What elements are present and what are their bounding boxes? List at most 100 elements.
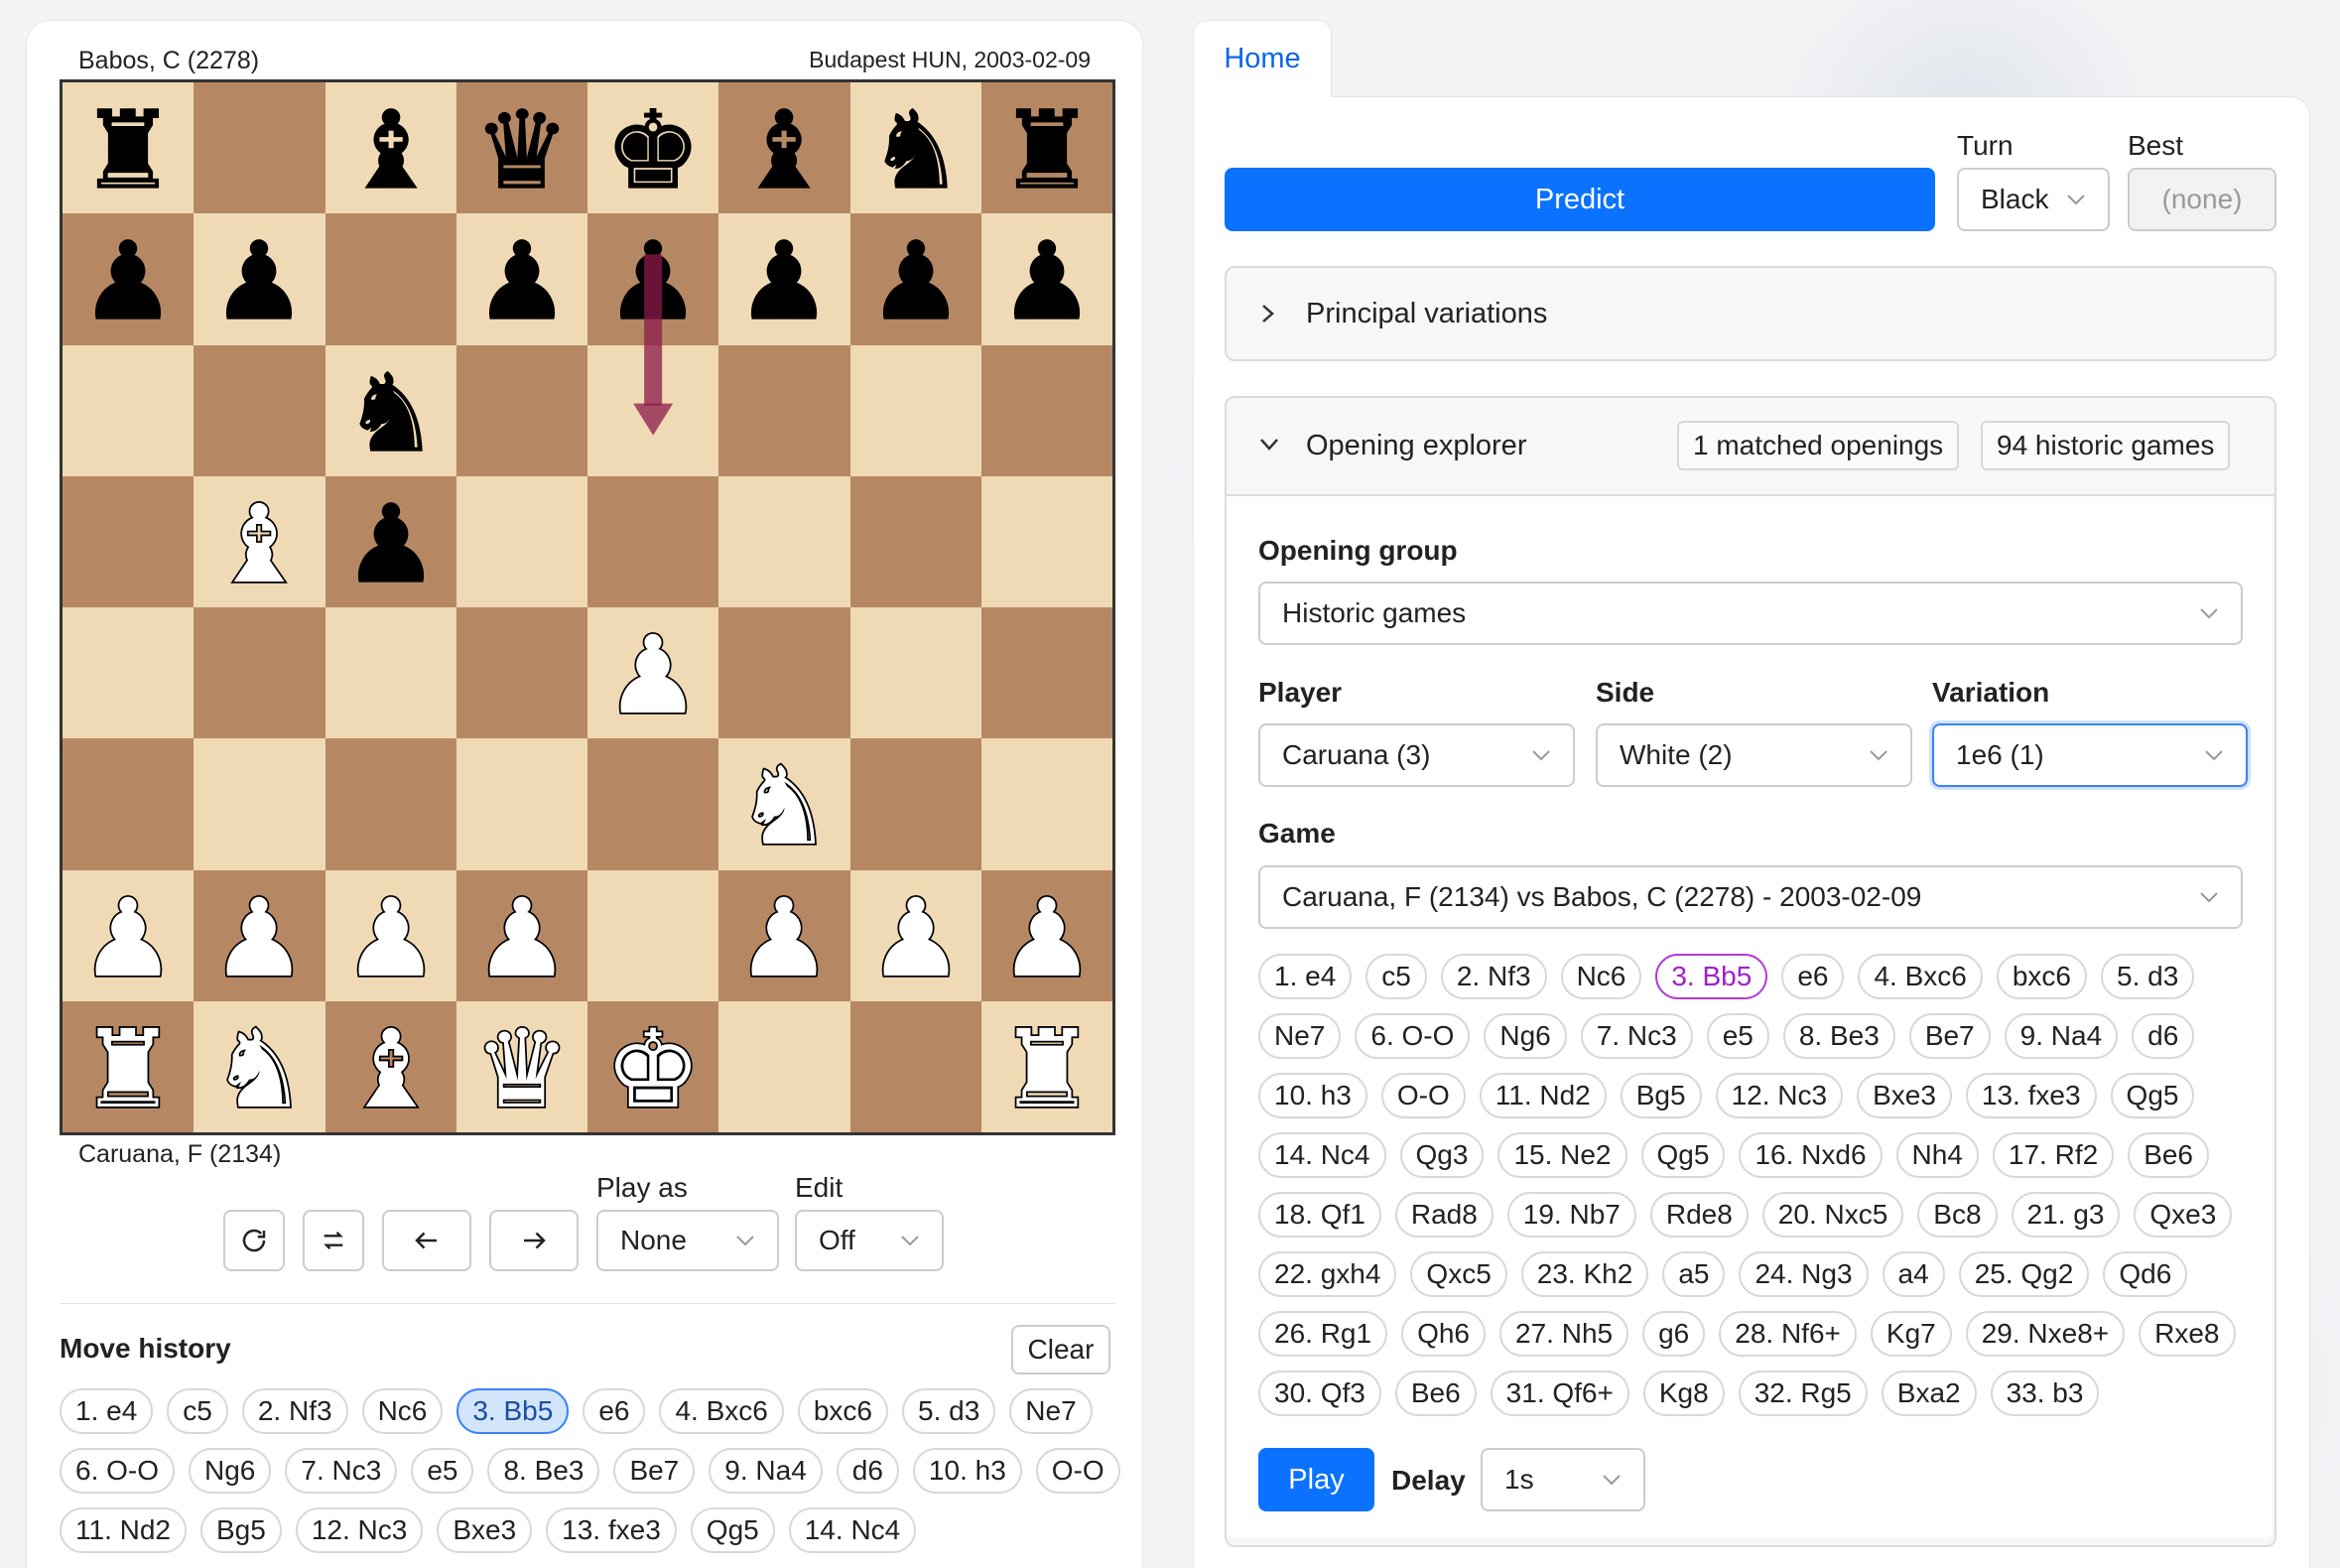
square-g2[interactable]: ♟: [849, 869, 981, 1001]
move-chip[interactable]: 32. Rg5: [1738, 1371, 1868, 1416]
move-chip[interactable]: 10. h3: [912, 1448, 1022, 1494]
white-knight-icon[interactable]: ♞: [200, 1008, 318, 1125]
white-queen-icon[interactable]: ♛: [463, 1008, 581, 1125]
principal-variations-title[interactable]: Principal variations: [1306, 298, 1547, 330]
move-chip[interactable]: c5: [1365, 954, 1427, 999]
white-pawn-icon[interactable]: ♟: [725, 877, 843, 994]
white-rook-icon[interactable]: ♜: [988, 1008, 1105, 1125]
delay-select[interactable]: 1s: [1481, 1448, 1645, 1511]
square-f6[interactable]: [718, 344, 850, 476]
move-chip[interactable]: 24. Ng3: [1739, 1251, 1869, 1297]
move-chip[interactable]: 12. Nc3: [295, 1507, 424, 1553]
square-h8[interactable]: ♜: [980, 82, 1112, 214]
square-f2[interactable]: ♟: [718, 869, 850, 1001]
square-f8[interactable]: ♝: [718, 82, 850, 214]
move-chip[interactable]: e6: [583, 1388, 646, 1434]
square-f5[interactable]: [718, 475, 850, 607]
move-chip[interactable]: 2. Nf3: [1440, 954, 1547, 999]
square-f3[interactable]: ♞: [718, 738, 850, 870]
move-chip[interactable]: 6. O-O: [1355, 1013, 1471, 1059]
white-pawn-icon[interactable]: ♟: [200, 877, 318, 994]
variation-select[interactable]: 1e6 (1): [1932, 723, 2248, 787]
move-chip[interactable]: 13. fxe3: [1965, 1073, 2097, 1118]
square-h4[interactable]: [980, 607, 1112, 739]
black-pawn-icon[interactable]: ♟: [594, 220, 712, 337]
move-chip[interactable]: Kg8: [1642, 1371, 1725, 1416]
move-chip[interactable]: Rde8: [1649, 1192, 1749, 1238]
move-chip[interactable]: c5: [167, 1388, 228, 1434]
black-king-icon[interactable]: ♚: [594, 89, 712, 206]
move-chip[interactable]: 15. Ne2: [1497, 1132, 1627, 1178]
square-b4[interactable]: [194, 607, 325, 739]
black-rook-icon[interactable]: ♜: [69, 89, 187, 206]
next-move-button[interactable]: [489, 1210, 579, 1271]
move-chip[interactable]: 22. gxh4: [1258, 1251, 1397, 1297]
move-chip[interactable]: Rad8: [1394, 1192, 1494, 1238]
move-chip[interactable]: Nc6: [361, 1388, 444, 1434]
black-knight-icon[interactable]: ♞: [857, 89, 975, 206]
square-b8[interactable]: [194, 82, 325, 214]
white-pawn-icon[interactable]: ♟: [332, 877, 450, 994]
move-chip[interactable]: 17. Rf2: [1992, 1132, 2115, 1178]
move-chip[interactable]: 5. d3: [2101, 954, 2195, 999]
square-e4[interactable]: ♟: [587, 607, 719, 739]
square-c7[interactable]: [325, 213, 456, 345]
move-chip[interactable]: Bxe3: [1857, 1073, 1952, 1118]
square-b7[interactable]: ♟: [194, 213, 325, 345]
square-a3[interactable]: [63, 738, 195, 870]
move-chip[interactable]: 8. Be3: [1782, 1013, 1895, 1059]
move-chip[interactable]: Ne7: [1009, 1388, 1093, 1434]
square-h7[interactable]: ♟: [980, 213, 1112, 345]
move-chip[interactable]: Qxc5: [1410, 1251, 1507, 1297]
move-chip[interactable]: Bg5: [200, 1507, 282, 1553]
square-g1[interactable]: [849, 1000, 981, 1132]
black-bishop-icon[interactable]: ♝: [332, 89, 450, 206]
square-b5[interactable]: ♝: [194, 475, 325, 607]
chess-board[interactable]: ♜ ♝ ♛ ♚ ♝ ♞ ♜ ♟ ♟ ♟ ♟ ♟ ♟ ♟ ♞ ♝ ♟ ♟ ♞ ♟ ♟ ♟ ♟ ♟ ♟ ♟ ♜ ♞ ♝ ♛ ♚ ♜: [60, 79, 1115, 1135]
move-chip[interactable]: 33. b3: [1990, 1371, 2100, 1416]
square-c4[interactable]: [325, 607, 456, 739]
move-chip[interactable]: 14. Nc4: [1258, 1132, 1386, 1178]
move-chip[interactable]: 5. d3: [902, 1388, 996, 1434]
square-c3[interactable]: [325, 738, 456, 870]
square-f4[interactable]: [718, 607, 850, 739]
move-chip[interactable]: 27. Nh5: [1499, 1311, 1629, 1357]
square-c6[interactable]: ♞: [325, 344, 456, 476]
move-chip[interactable]: O-O: [1035, 1448, 1120, 1494]
move-chip[interactable]: e6: [1781, 954, 1845, 999]
square-g6[interactable]: [849, 344, 981, 476]
reset-button[interactable]: [223, 1210, 285, 1271]
side-select[interactable]: White (2): [1596, 723, 1912, 787]
move-chip[interactable]: 13. fxe3: [546, 1507, 677, 1553]
move-chip[interactable]: Bxe3: [437, 1507, 533, 1553]
white-pawn-icon[interactable]: ♟: [69, 877, 187, 994]
move-chip[interactable]: Qg5: [2110, 1073, 2195, 1118]
move-chip[interactable]: 4. Bxc6: [659, 1388, 784, 1434]
move-chip[interactable]: d6: [2132, 1013, 2195, 1059]
move-chip[interactable]: Rxe8: [2139, 1311, 2236, 1357]
flip-board-button[interactable]: [303, 1210, 364, 1271]
black-pawn-icon[interactable]: ♟: [200, 220, 318, 337]
square-a4[interactable]: [63, 607, 195, 739]
white-king-icon[interactable]: ♚: [594, 1008, 712, 1125]
square-f1[interactable]: [718, 1000, 850, 1132]
black-pawn-icon[interactable]: ♟: [725, 220, 843, 337]
black-pawn-icon[interactable]: ♟: [463, 220, 581, 337]
square-c2[interactable]: ♟: [325, 869, 456, 1001]
white-pawn-icon[interactable]: ♟: [463, 877, 581, 994]
square-a6[interactable]: [63, 344, 195, 476]
play-button[interactable]: Play: [1258, 1448, 1374, 1511]
opening-group-select[interactable]: Historic games: [1258, 582, 2243, 645]
square-b1[interactable]: ♞: [194, 1000, 325, 1132]
move-chip[interactable]: 19. Nb7: [1506, 1192, 1636, 1238]
move-chip[interactable]: bxc6: [797, 1388, 889, 1434]
white-pawn-icon[interactable]: ♟: [988, 877, 1105, 994]
square-g7[interactable]: ♟: [849, 213, 981, 345]
move-chip[interactable]: 28. Nf6+: [1719, 1311, 1857, 1357]
move-chip[interactable]: Be7: [1908, 1013, 1991, 1059]
black-queen-icon[interactable]: ♛: [463, 89, 581, 206]
black-rook-icon[interactable]: ♜: [988, 89, 1105, 206]
move-chip[interactable]: Be6: [2128, 1132, 2210, 1178]
square-c1[interactable]: ♝: [325, 1000, 456, 1132]
move-chip[interactable]: 1. e4: [1258, 954, 1353, 999]
